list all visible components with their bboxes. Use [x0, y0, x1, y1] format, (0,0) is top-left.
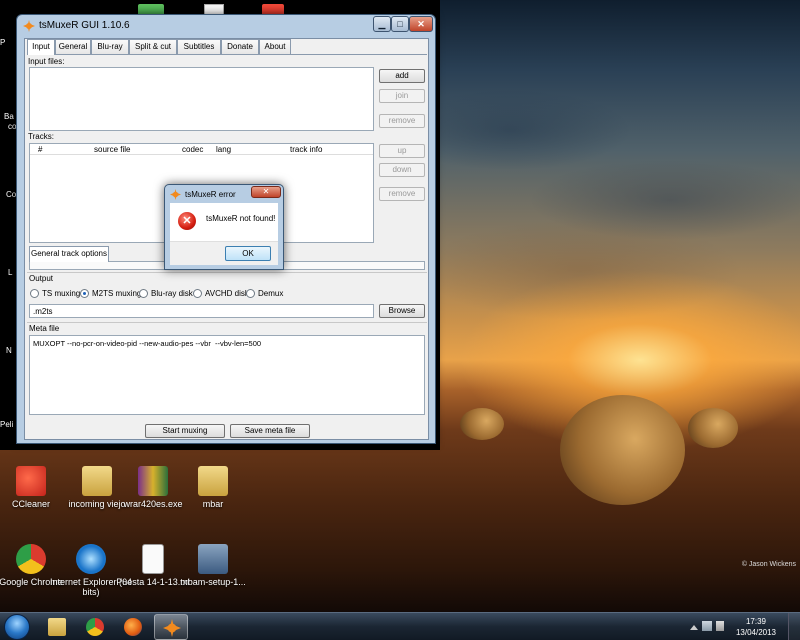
clock-date: 13/04/2013	[735, 628, 776, 637]
hay-bale	[460, 408, 504, 440]
column-header-track-info[interactable]: track info	[290, 145, 322, 154]
remove-track-button[interactable]: remove	[379, 187, 425, 201]
show-desktop-button[interactable]	[788, 613, 800, 640]
desktop-icon-mbar[interactable]: mbar	[170, 466, 256, 509]
add-button[interactable]: add	[379, 69, 425, 83]
wallpaper-copyright: © Jason Wickens	[741, 561, 796, 568]
window-title: tsMuxeR GUI 1.10.6	[39, 20, 130, 31]
output-label: Output	[29, 274, 54, 283]
folder-icon	[48, 618, 66, 636]
meta-separator	[27, 322, 427, 323]
folder-icon	[82, 466, 112, 496]
output-separator	[27, 272, 427, 273]
remove-file-button[interactable]: remove	[379, 114, 425, 128]
output-filename-field[interactable]: .m2ts	[29, 304, 374, 318]
output-filename-value: .m2ts	[33, 307, 53, 316]
internet-explorer-icon	[76, 544, 106, 574]
dialog-footer: OK	[170, 241, 278, 265]
tab-split-cut[interactable]: Split & cut	[129, 39, 177, 54]
tab-donate[interactable]: Donate	[221, 39, 259, 54]
installer-icon	[198, 544, 228, 574]
winrar-icon	[138, 466, 168, 496]
meta-file-label: Meta file	[29, 324, 60, 333]
volume-icon[interactable]	[716, 621, 724, 631]
wallpaper-clouds	[430, 70, 800, 330]
avchd-disk-label[interactable]: AVCHD disk	[205, 289, 249, 298]
tab-input[interactable]: Input	[27, 39, 55, 55]
tab-blu-ray[interactable]: Blu-ray	[91, 39, 129, 54]
hay-bale	[688, 408, 738, 448]
ts-muxing-label[interactable]: TS muxing	[42, 289, 80, 298]
error-icon: ✕	[178, 212, 196, 230]
blu-ray-disk-label[interactable]: Blu-ray disk	[151, 289, 193, 298]
edge-label: L	[8, 268, 13, 277]
edge-label: P	[0, 38, 6, 47]
titlebar[interactable]: tsMuxeR GUI 1.10.6 ▁ □ ✕	[17, 15, 435, 37]
radio-m2ts-muxing[interactable]	[80, 289, 89, 298]
start-button[interactable]	[4, 614, 30, 640]
taskbar-chrome[interactable]	[78, 614, 112, 640]
chrome-icon	[16, 544, 46, 574]
tab-general[interactable]: General	[55, 39, 91, 54]
taskbar-clock[interactable]: 17:39 13/04/2013	[736, 616, 776, 638]
network-icon[interactable]	[702, 621, 712, 631]
save-meta-file-button[interactable]: Save meta file	[230, 424, 310, 438]
taskbar-firefox[interactable]	[116, 614, 150, 640]
browse-button[interactable]: Browse	[379, 304, 425, 318]
close-button[interactable]: ✕	[409, 16, 433, 32]
dialog-message: tsMuxeR not found!	[206, 214, 276, 223]
system-tray: 17:39 13/04/2013	[690, 613, 800, 640]
text-file-icon	[142, 544, 164, 574]
m2ts-muxing-label[interactable]: M2TS muxing	[92, 289, 141, 298]
edge-label: N	[6, 346, 12, 355]
taskbar-explorer[interactable]	[40, 614, 74, 640]
hay-bale	[560, 395, 685, 505]
radio-blu-ray-disk[interactable]	[139, 289, 148, 298]
tab-about[interactable]: About	[259, 39, 291, 54]
tracks-label: Tracks:	[28, 132, 54, 141]
join-button[interactable]: join	[379, 89, 425, 103]
radio-ts-muxing[interactable]	[30, 289, 39, 298]
tray-arrow-icon[interactable]	[690, 622, 698, 630]
ccleaner-icon	[16, 466, 46, 496]
desktop-icon-mbam-setup[interactable]: mbam-setup-1...	[170, 544, 256, 587]
input-files-list[interactable]	[29, 67, 374, 131]
error-dialog: tsMuxeR error ✕ ✕ tsMuxeR not found! OK	[164, 184, 284, 270]
tab-subtitles[interactable]: Subtitles	[177, 39, 221, 54]
clock-time: 17:39	[745, 617, 766, 626]
dialog-body: ✕ tsMuxeR not found! OK	[170, 203, 278, 265]
taskbar: 17:39 13/04/2013	[0, 612, 800, 640]
firefox-icon	[124, 618, 142, 636]
minimize-button[interactable]: ▁	[373, 16, 391, 32]
down-button[interactable]: down	[379, 163, 425, 177]
tsmuxer-app-icon	[170, 189, 181, 200]
column-header-lang[interactable]: lang	[216, 145, 231, 154]
chrome-icon	[86, 618, 104, 636]
up-button[interactable]: up	[379, 144, 425, 158]
input-files-label: Input files:	[28, 57, 65, 66]
ok-button[interactable]: OK	[225, 246, 271, 261]
tab-general-track-options[interactable]: General track options	[29, 246, 109, 262]
dialog-close-button[interactable]: ✕	[251, 186, 281, 198]
column-header-codec[interactable]: codec	[182, 145, 203, 154]
meta-file-content: MUXOPT --no-pcr-on-video-pid --new-audio…	[33, 339, 262, 348]
radio-avchd-disk[interactable]	[193, 289, 202, 298]
demux-label[interactable]: Demux	[258, 289, 283, 298]
start-muxing-button[interactable]: Start muxing	[145, 424, 225, 438]
folder-icon	[198, 466, 228, 496]
meta-file-editor[interactable]: MUXOPT --no-pcr-on-video-pid --new-audio…	[29, 335, 425, 415]
tab-panel-border	[27, 54, 427, 55]
tsmuxer-app-icon	[163, 619, 181, 637]
maximize-button[interactable]: □	[391, 16, 409, 32]
tsmuxer-app-icon	[23, 20, 35, 32]
edge-label: Co	[6, 190, 17, 199]
edge-label: Ba	[4, 112, 14, 121]
column-header-source-file[interactable]: source file	[94, 145, 130, 154]
edge-label: Peli	[0, 420, 14, 429]
dialog-title: tsMuxeR error	[185, 190, 236, 199]
taskbar-tsmuxer[interactable]	[154, 614, 188, 640]
radio-demux[interactable]	[246, 289, 255, 298]
column-header-number[interactable]: #	[38, 145, 42, 154]
